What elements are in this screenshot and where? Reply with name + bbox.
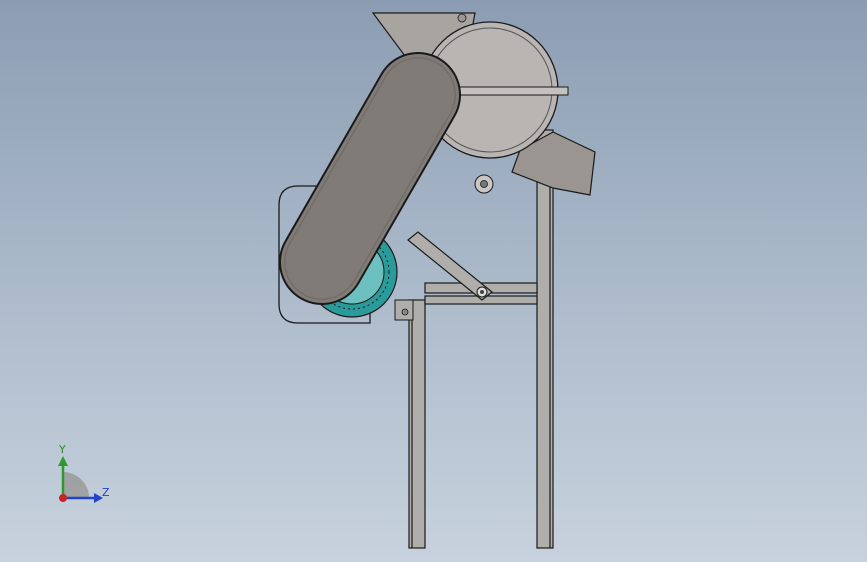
- y-axis-arrow: [58, 456, 68, 466]
- x-axis-point: [59, 494, 67, 502]
- axis-triad: [58, 456, 103, 503]
- triad-quadrant: [63, 472, 89, 498]
- axis-z-label: Z: [102, 486, 110, 499]
- machine-model[interactable]: [0, 0, 867, 562]
- hopper-bolt: [457, 13, 467, 23]
- cad-viewport[interactable]: Y Z: [0, 0, 867, 562]
- belt-guard: [279, 52, 461, 305]
- axis-y-label: Y: [59, 443, 66, 456]
